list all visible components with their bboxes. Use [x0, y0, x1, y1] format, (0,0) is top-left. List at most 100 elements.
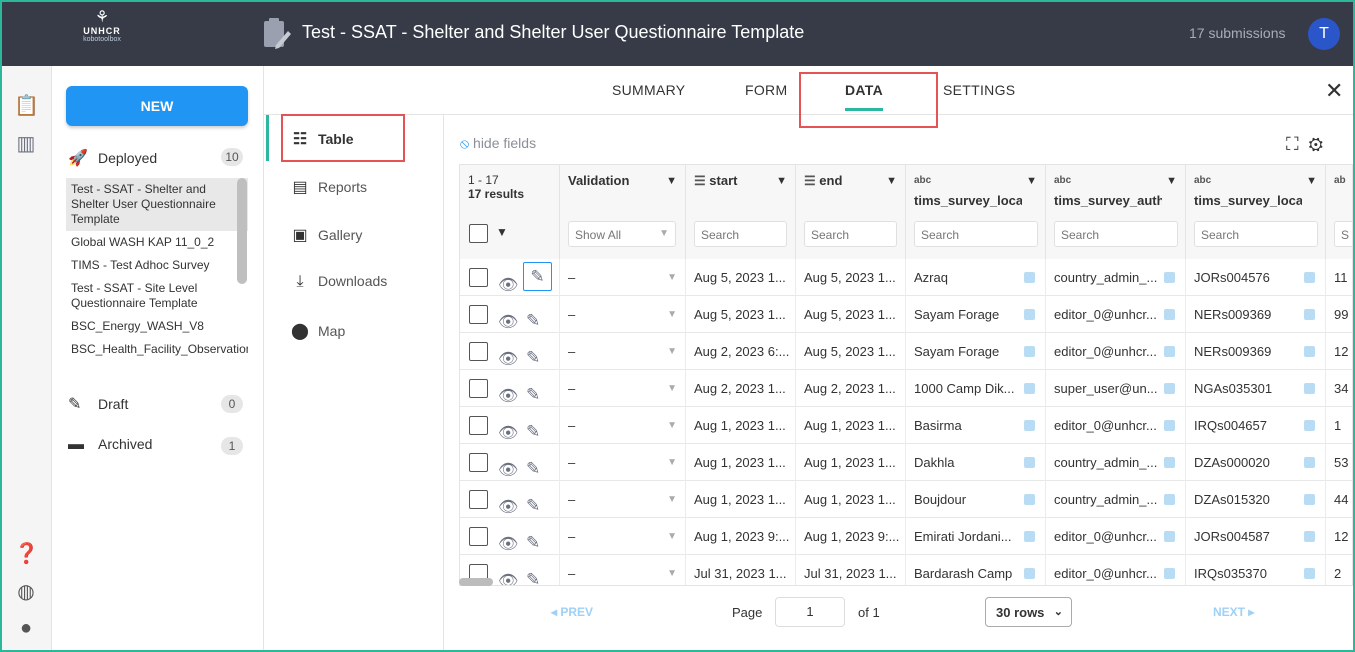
- author-search-input[interactable]: Search: [1054, 221, 1178, 247]
- column-header-extra[interactable]: ab S: [1326, 165, 1352, 259]
- view-eye-icon[interactable]: 👁: [498, 304, 518, 333]
- project-item[interactable]: Test - SSAT - Shelter and Shelter User Q…: [66, 178, 248, 231]
- new-button[interactable]: NEW: [66, 86, 248, 126]
- select-menu-caret-icon[interactable]: ▼: [496, 225, 508, 239]
- external-link-icon[interactable]: [1024, 420, 1035, 431]
- view-eye-icon[interactable]: 👁: [498, 489, 518, 518]
- external-link-icon[interactable]: [1024, 531, 1035, 542]
- row-checkbox[interactable]: [469, 416, 488, 435]
- column-header-location[interactable]: abc tims_survey_locat ▼ Search: [906, 165, 1046, 259]
- column-header-validation[interactable]: Validation ▼ Show All ▼: [560, 165, 686, 259]
- project-item[interactable]: BSC_Health_Facility_Observation_v16: [66, 338, 248, 361]
- external-link-icon[interactable]: [1164, 346, 1175, 357]
- location-code-search-input[interactable]: Search: [1194, 221, 1318, 247]
- row-checkbox[interactable]: [469, 527, 488, 546]
- edit-pencil-icon[interactable]: ✎: [526, 450, 540, 481]
- external-link-icon[interactable]: [1164, 383, 1175, 394]
- column-header-author[interactable]: abc tims_survey_autho ▼ Search: [1046, 165, 1186, 259]
- external-link-icon[interactable]: [1164, 457, 1175, 468]
- view-eye-icon[interactable]: 👁: [498, 415, 518, 444]
- column-menu-caret-icon[interactable]: ▼: [1026, 175, 1037, 187]
- external-link-icon[interactable]: [1304, 309, 1315, 320]
- edit-pencil-icon[interactable]: ✎: [526, 413, 540, 444]
- table-cell-validation[interactable]: – ▼: [560, 296, 686, 333]
- column-menu-caret-icon[interactable]: ▼: [666, 175, 677, 187]
- external-link-icon[interactable]: [1304, 272, 1315, 283]
- column-menu-caret-icon[interactable]: ▼: [1166, 175, 1177, 187]
- table-cell-validation[interactable]: – ▼: [560, 259, 686, 296]
- row-checkbox[interactable]: [469, 268, 488, 287]
- view-eye-icon[interactable]: 👁: [498, 341, 518, 370]
- table-cell-validation[interactable]: – ▼: [560, 407, 686, 444]
- external-link-icon[interactable]: [1304, 531, 1315, 542]
- table-cell-validation[interactable]: – ▼: [560, 518, 686, 555]
- project-item[interactable]: TIMS - Test Adhoc Survey: [66, 254, 248, 277]
- help-icon[interactable]: ❓: [14, 542, 39, 566]
- view-eye-icon[interactable]: 👁: [498, 563, 518, 585]
- external-link-icon[interactable]: [1024, 383, 1035, 394]
- start-search-input[interactable]: Search: [694, 221, 787, 247]
- project-item[interactable]: Test - SSAT - Site Level Questionnaire T…: [66, 277, 248, 315]
- external-link-icon[interactable]: [1164, 531, 1175, 542]
- settings-gear-icon[interactable]: ⚙: [1309, 134, 1324, 154]
- column-header-end[interactable]: ☰ end ▼ Search: [796, 165, 906, 259]
- row-checkbox[interactable]: [469, 379, 488, 398]
- edit-pencil-icon[interactable]: ✎: [526, 302, 540, 333]
- edit-pencil-icon[interactable]: ✎: [523, 262, 552, 291]
- table-cell-validation[interactable]: – ▼: [560, 333, 686, 370]
- page-number-input[interactable]: 1: [775, 597, 845, 627]
- view-eye-icon[interactable]: 👁: [498, 452, 518, 481]
- github-icon[interactable]: ●: [14, 616, 38, 640]
- table-cell-validation[interactable]: – ▼: [560, 370, 686, 407]
- view-eye-icon[interactable]: 👁: [498, 526, 518, 555]
- subnav-map[interactable]: ⬤ Map: [288, 321, 345, 341]
- tab-settings[interactable]: SETTINGS: [943, 82, 1015, 98]
- external-link-icon[interactable]: [1304, 568, 1315, 579]
- unhcr-kobo-logo[interactable]: ⚘ UNHCR kobotoolbox: [70, 10, 134, 58]
- hide-fields-button[interactable]: ⦸ hide fields: [460, 135, 536, 152]
- external-link-icon[interactable]: [1304, 346, 1315, 357]
- external-link-icon[interactable]: [1164, 272, 1175, 283]
- external-link-icon[interactable]: [1024, 309, 1035, 320]
- row-checkbox[interactable]: [469, 490, 488, 509]
- prev-page-button[interactable]: ◂ PREV: [551, 605, 593, 619]
- edit-pencil-icon[interactable]: ✎: [526, 524, 540, 555]
- external-link-icon[interactable]: [1164, 494, 1175, 505]
- external-link-icon[interactable]: [1024, 494, 1035, 505]
- external-link-icon[interactable]: [1024, 568, 1035, 579]
- globe-icon[interactable]: ◍: [14, 580, 38, 604]
- tab-form[interactable]: FORM: [745, 82, 787, 98]
- sidebar-scrollbar[interactable]: [237, 178, 247, 284]
- table-cell-validation[interactable]: – ▼: [560, 555, 686, 585]
- column-menu-caret-icon[interactable]: ▼: [1306, 175, 1317, 187]
- subnav-gallery[interactable]: ▣ Gallery: [288, 225, 362, 245]
- external-link-icon[interactable]: [1304, 494, 1315, 505]
- library-icon[interactable]: ▥: [14, 132, 38, 156]
- deployed-section[interactable]: 🚀 Deployed: [68, 148, 157, 168]
- validation-filter-select[interactable]: Show All ▼: [568, 221, 676, 247]
- extra-search-input[interactable]: S: [1334, 221, 1352, 247]
- subnav-reports[interactable]: ▤ Reports: [288, 177, 367, 197]
- external-link-icon[interactable]: [1164, 420, 1175, 431]
- view-eye-icon[interactable]: 👁: [498, 267, 518, 296]
- close-icon[interactable]: ✕: [1325, 78, 1343, 104]
- archived-section[interactable]: ▬ Archived: [68, 436, 152, 454]
- select-all-checkbox[interactable]: [469, 224, 488, 243]
- draft-section[interactable]: ✎ Draft: [68, 394, 128, 414]
- external-link-icon[interactable]: [1164, 309, 1175, 320]
- column-header-location-code[interactable]: abc tims_survey_locat ▼ Search: [1186, 165, 1326, 259]
- table-cell-validation[interactable]: – ▼: [560, 481, 686, 518]
- rows-per-page-select[interactable]: 30 rows ⌄: [985, 597, 1072, 627]
- edit-pencil-icon[interactable]: ✎: [526, 561, 540, 585]
- external-link-icon[interactable]: [1304, 457, 1315, 468]
- external-link-icon[interactable]: [1024, 272, 1035, 283]
- fullscreen-icon[interactable]: ⛶: [1286, 134, 1299, 154]
- column-header-start[interactable]: ☰ start ▼ Search: [686, 165, 796, 259]
- tab-summary[interactable]: SUMMARY: [612, 82, 685, 98]
- external-link-icon[interactable]: [1024, 346, 1035, 357]
- location-search-input[interactable]: Search: [914, 221, 1038, 247]
- row-checkbox[interactable]: [469, 453, 488, 472]
- next-page-button[interactable]: NEXT ▸: [1213, 605, 1254, 619]
- external-link-icon[interactable]: [1304, 383, 1315, 394]
- external-link-icon[interactable]: [1024, 457, 1035, 468]
